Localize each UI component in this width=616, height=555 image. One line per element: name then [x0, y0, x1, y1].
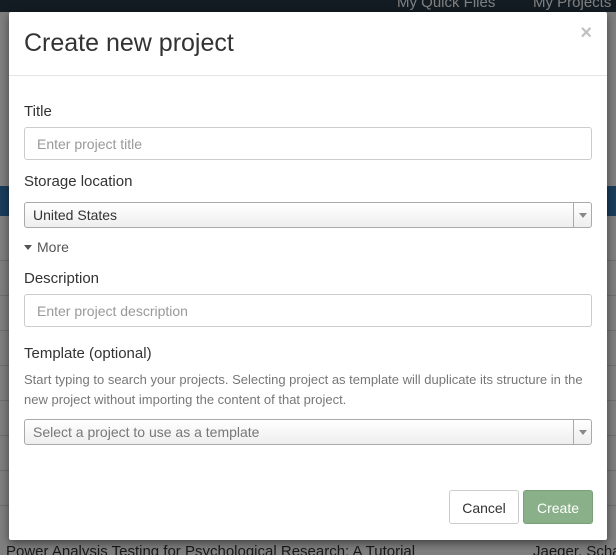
close-icon[interactable]: × [580, 23, 592, 43]
more-options-toggle[interactable]: More [24, 239, 69, 256]
modal-title: Create new project [24, 29, 234, 57]
cancel-button[interactable]: Cancel [449, 490, 519, 524]
create-button[interactable]: Create [523, 490, 593, 524]
storage-location-value: United States [33, 207, 118, 223]
project-title-input[interactable] [24, 127, 592, 160]
template-label: Template (optional) [24, 345, 152, 362]
project-description-input[interactable] [24, 294, 592, 327]
chevron-down-icon [579, 213, 587, 218]
more-label: More [37, 239, 69, 255]
caret-down-icon [24, 244, 32, 250]
template-select[interactable]: Select a project to use as a template [24, 419, 592, 445]
modal-header: Create new project × [9, 12, 607, 76]
storage-location-select[interactable]: United States [24, 202, 592, 228]
description-label: Description [24, 270, 100, 287]
template-help-text: Start typing to search your projects. Se… [24, 372, 583, 407]
create-project-modal: Create new project × Title Storage locat… [9, 12, 607, 540]
template-select-arrow [573, 420, 591, 444]
title-label: Title [24, 103, 52, 120]
template-select-placeholder: Select a project to use as a template [33, 424, 260, 440]
storage-select-arrow [573, 203, 591, 227]
storage-location-label: Storage location [24, 173, 133, 190]
chevron-down-icon [579, 430, 587, 435]
